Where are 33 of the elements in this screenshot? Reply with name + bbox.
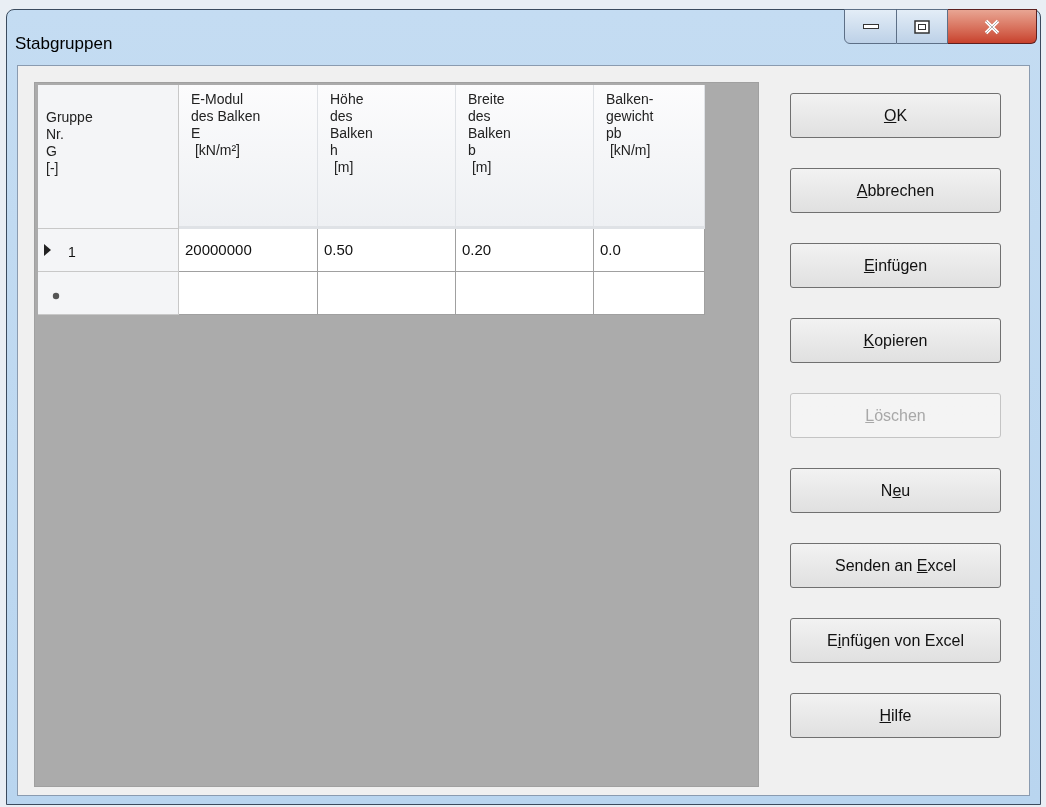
minimize-icon xyxy=(862,23,879,30)
column-header[interactable]: Balken- gewicht pb [kN/m] xyxy=(594,85,705,229)
dialog-button[interactable]: Einfügen xyxy=(790,243,1001,288)
row-number: 1 xyxy=(68,242,76,262)
table-cell[interactable]: 20000000 xyxy=(179,229,318,272)
minimize-button[interactable] xyxy=(844,9,897,44)
row-header[interactable] xyxy=(38,272,179,315)
table-cell[interactable]: 0.20 xyxy=(456,229,594,272)
new-row-icon xyxy=(52,292,60,300)
row-header[interactable]: 1 xyxy=(38,229,179,272)
close-icon xyxy=(983,18,1001,35)
row-header-title: Gruppe Nr. G [-] xyxy=(38,85,179,229)
dialog-button[interactable]: Kopieren xyxy=(790,318,1001,363)
window-title: Stabgruppen xyxy=(15,33,113,55)
column-header[interactable]: E-Modul des Balken E [kN/m²] xyxy=(179,85,318,229)
dialog-button[interactable]: Einfügen von Excel xyxy=(790,618,1001,663)
dialog-button[interactable]: Hilfe xyxy=(790,693,1001,738)
maximize-icon xyxy=(914,19,930,34)
table-cell[interactable]: 0.50 xyxy=(318,229,456,272)
dialog-button[interactable]: Senden an Excel xyxy=(790,543,1001,588)
current-row-icon xyxy=(44,244,51,256)
column-header[interactable]: Breite des Balken b [m] xyxy=(456,85,594,229)
dialog-button[interactable]: Neu xyxy=(790,468,1001,513)
table-cell[interactable]: 0.0 xyxy=(594,229,705,272)
column-header[interactable]: Höhe des Balken h [m] xyxy=(318,85,456,229)
dialog-button[interactable]: Abbrechen xyxy=(790,168,1001,213)
table-cell[interactable] xyxy=(594,272,705,315)
table-cell[interactable] xyxy=(318,272,456,315)
table-cell[interactable] xyxy=(179,272,318,315)
table-cell[interactable] xyxy=(456,272,594,315)
dialog-button[interactable]: OK xyxy=(790,93,1001,138)
maximize-button[interactable] xyxy=(897,9,948,44)
close-button[interactable] xyxy=(948,9,1037,44)
